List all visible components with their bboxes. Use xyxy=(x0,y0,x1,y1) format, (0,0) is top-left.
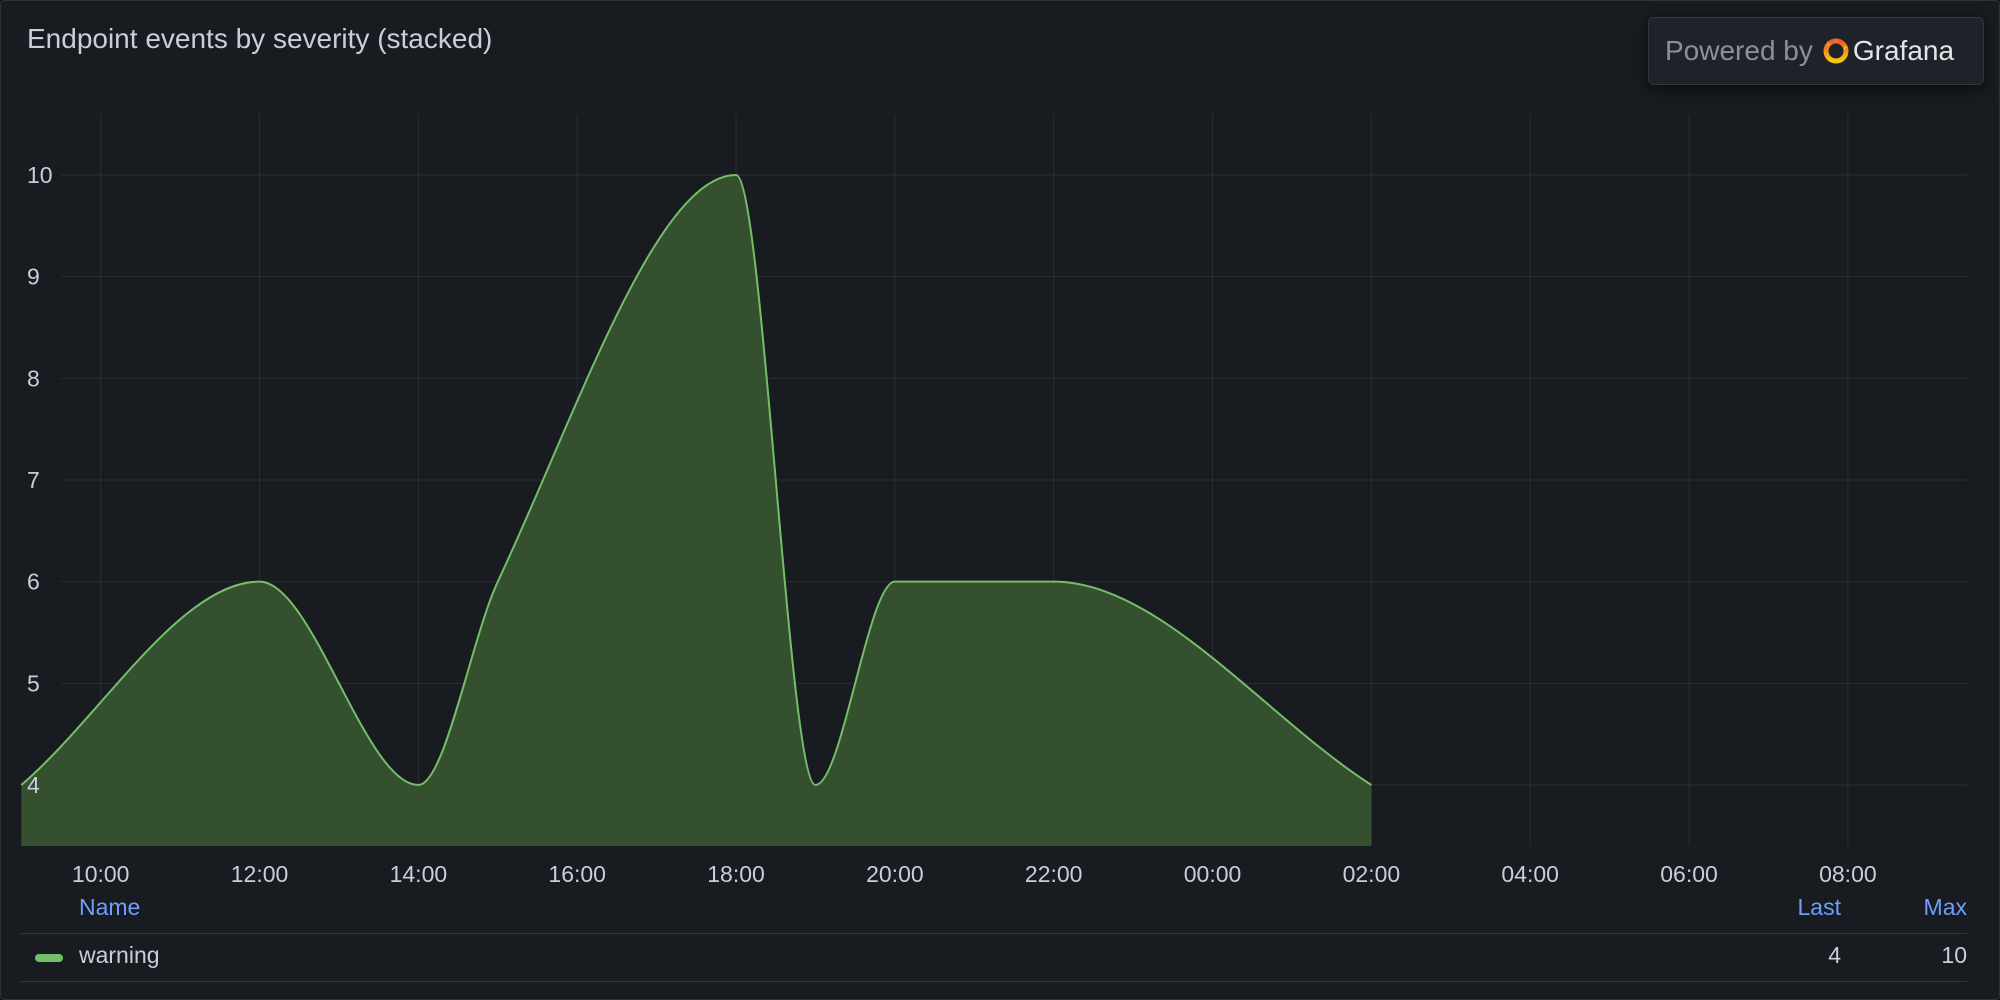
y-tick-label: 7 xyxy=(27,467,40,493)
legend-series-name[interactable]: warning xyxy=(79,942,160,969)
y-axis: 4 5 6 7 8 9 10 xyxy=(27,162,53,798)
chart-panel: Endpoint events by severity (stacked) Po… xyxy=(0,0,2000,1000)
y-tick-label: 9 xyxy=(27,264,40,290)
x-tick-label: 10:00 xyxy=(72,861,130,887)
y-tick-label: 4 xyxy=(27,772,40,798)
x-tick-label: 20:00 xyxy=(866,861,924,887)
y-tick-label: 6 xyxy=(27,569,40,595)
x-tick-label: 12:00 xyxy=(231,861,289,887)
legend-series-last: 4 xyxy=(1828,942,1841,968)
legend-series-swatch[interactable] xyxy=(35,954,63,962)
series-area xyxy=(20,173,1372,846)
x-tick-label: 08:00 xyxy=(1819,861,1877,887)
x-tick-label: 06:00 xyxy=(1660,861,1718,887)
timeseries-chart: 4 5 6 7 8 9 10 10:00 12:00 14:00 16:00 18:00 20:00 2… xyxy=(20,114,1967,887)
y-tick-label: 8 xyxy=(27,365,40,391)
legend-header-max[interactable]: Max xyxy=(1913,894,1967,921)
series-fill-warning xyxy=(21,175,1372,846)
x-tick-label: 18:00 xyxy=(707,861,765,887)
x-tick-label: 00:00 xyxy=(1184,861,1242,887)
legend-divider xyxy=(21,933,1967,934)
y-tick-label: 5 xyxy=(27,670,40,696)
x-tick-label: 22:00 xyxy=(1025,861,1083,887)
x-tick-label: 14:00 xyxy=(390,861,448,887)
legend-series-max: 10 xyxy=(1941,942,1967,968)
x-tick-label: 02:00 xyxy=(1343,861,1401,887)
x-axis: 10:00 12:00 14:00 16:00 18:00 20:00 22:00 00:00… xyxy=(72,861,1877,887)
x-tick-label: 04:00 xyxy=(1501,861,1559,887)
x-tick-label: 16:00 xyxy=(548,861,606,887)
legend-header-name[interactable]: Name xyxy=(79,894,140,921)
y-tick-label: 10 xyxy=(27,162,53,188)
legend-header-last[interactable]: Last xyxy=(1791,894,1841,921)
legend-row-divider xyxy=(21,981,1967,982)
